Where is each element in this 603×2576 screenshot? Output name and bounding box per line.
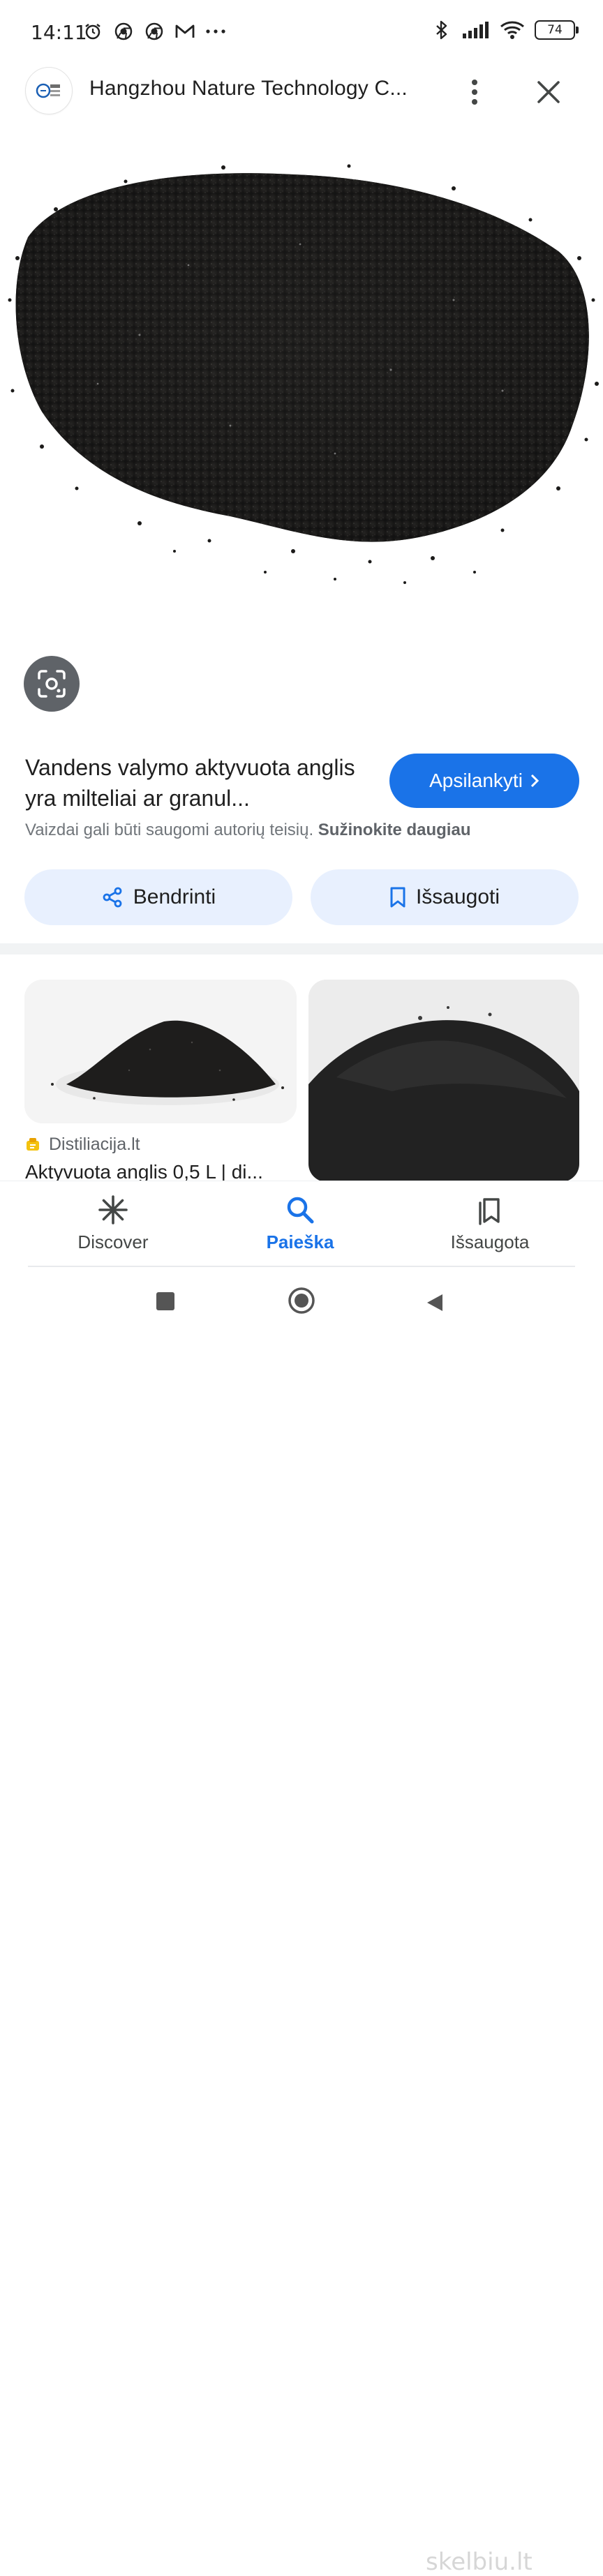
nav-search[interactable]: Paieška [230,1194,370,1253]
save-label: Išsaugoti [415,885,500,908]
site-title[interactable]: Hangzhou Nature Technology C... [89,77,424,100]
main-image[interactable] [0,160,603,663]
status-bar: 14:11 74 [0,0,603,67]
back-triangle-icon [427,1294,442,1311]
site-favicon[interactable] [25,67,73,114]
nav-search-label: Paieška [266,1231,334,1252]
alarm-icon [82,21,103,42]
chevron-right-icon [530,774,539,788]
related-image-card[interactable] [24,980,297,1123]
bluetooth-icon [431,20,452,40]
site-favicon-icon [27,1137,39,1151]
home-circle-icon [288,1287,315,1314]
nav-discover[interactable]: Discover [43,1194,183,1253]
vertical-dots-icon [472,80,477,105]
home-button[interactable] [288,1287,315,1318]
signal-icon [462,20,490,40]
back-button[interactable] [424,1292,445,1317]
watermark: skelbiu.lt [426,2548,533,2576]
chrome-icon [144,21,165,42]
discover-asterisk-icon [98,1195,128,1225]
system-navigation-bar: skelbiu.lt [0,1267,603,2576]
gmail-icon [174,21,195,42]
saved-collections-icon [479,1198,500,1225]
related-source-name: Distiliacija.lt [49,1135,140,1154]
search-icon [287,1197,314,1224]
nav-saved-label: Išsaugota [450,1231,530,1252]
copyright-text: Vaizdai gali būti saugomi autorių teisių… [25,821,314,839]
share-label: Bendrinti [133,885,216,908]
status-time: 14:11 [31,21,87,44]
lens-icon [38,670,66,698]
image-title[interactable]: Vandens valymo aktyvuota anglis yra milt… [25,752,374,814]
visit-label: Apsilankyti [429,770,523,791]
learn-more-link[interactable]: Sužinokite daugiau [318,821,471,839]
wifi-icon [500,20,525,40]
section-divider [0,943,603,954]
nav-discover-label: Discover [77,1231,149,1252]
more-dots-icon [205,21,226,42]
square-icon [156,1292,174,1310]
battery-icon: 74 [535,20,579,40]
recents-button[interactable] [155,1291,176,1315]
share-icon [103,887,122,908]
nav-saved[interactable]: Išsaugota [420,1194,560,1253]
related-image-card[interactable] [308,980,579,1182]
google-lens-button[interactable] [24,656,80,712]
related-source[interactable]: Distiliacija.lt [25,1135,140,1155]
more-options-button[interactable] [462,75,487,109]
close-icon [537,81,560,103]
system-icons: 74 [431,20,579,40]
save-button[interactable]: Išsaugoti [311,869,579,925]
visit-button[interactable]: Apsilankyti [389,754,579,808]
close-button[interactable] [533,77,564,107]
copyright-notice: Vaizdai gali būti saugomi autorių teisių… [25,821,470,840]
notification-icons [82,21,226,42]
share-button[interactable]: Bendrinti [24,869,292,925]
bookmark-icon [390,887,405,908]
chrome-icon [113,21,134,42]
bottom-navigation: Discover Paieška Išsaugota [0,1181,603,1268]
